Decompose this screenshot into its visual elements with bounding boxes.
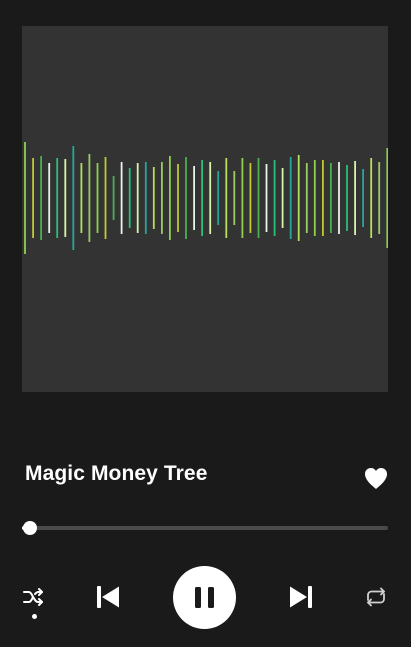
- album-artwork: [22, 26, 388, 392]
- progress-track: [22, 526, 388, 530]
- progress-bar[interactable]: [22, 518, 388, 538]
- skip-next-icon: [290, 586, 312, 608]
- like-button[interactable]: [362, 465, 390, 491]
- next-button[interactable]: [287, 583, 315, 611]
- music-player: Magic Money Tree: [0, 0, 411, 647]
- heart-icon: [365, 468, 387, 489]
- pause-icon: [195, 587, 214, 608]
- progress-thumb[interactable]: [23, 521, 37, 535]
- pause-button[interactable]: [173, 566, 236, 629]
- repeat-button[interactable]: [363, 586, 389, 608]
- shuffle-active-indicator: [32, 614, 37, 619]
- shuffle-icon: [23, 588, 43, 606]
- track-title: Magic Money Tree: [25, 462, 208, 485]
- shuffle-button[interactable]: [22, 586, 46, 608]
- repeat-icon: [367, 587, 385, 607]
- previous-button[interactable]: [94, 583, 122, 611]
- skip-previous-icon: [97, 586, 119, 608]
- waveform-art: [24, 142, 388, 254]
